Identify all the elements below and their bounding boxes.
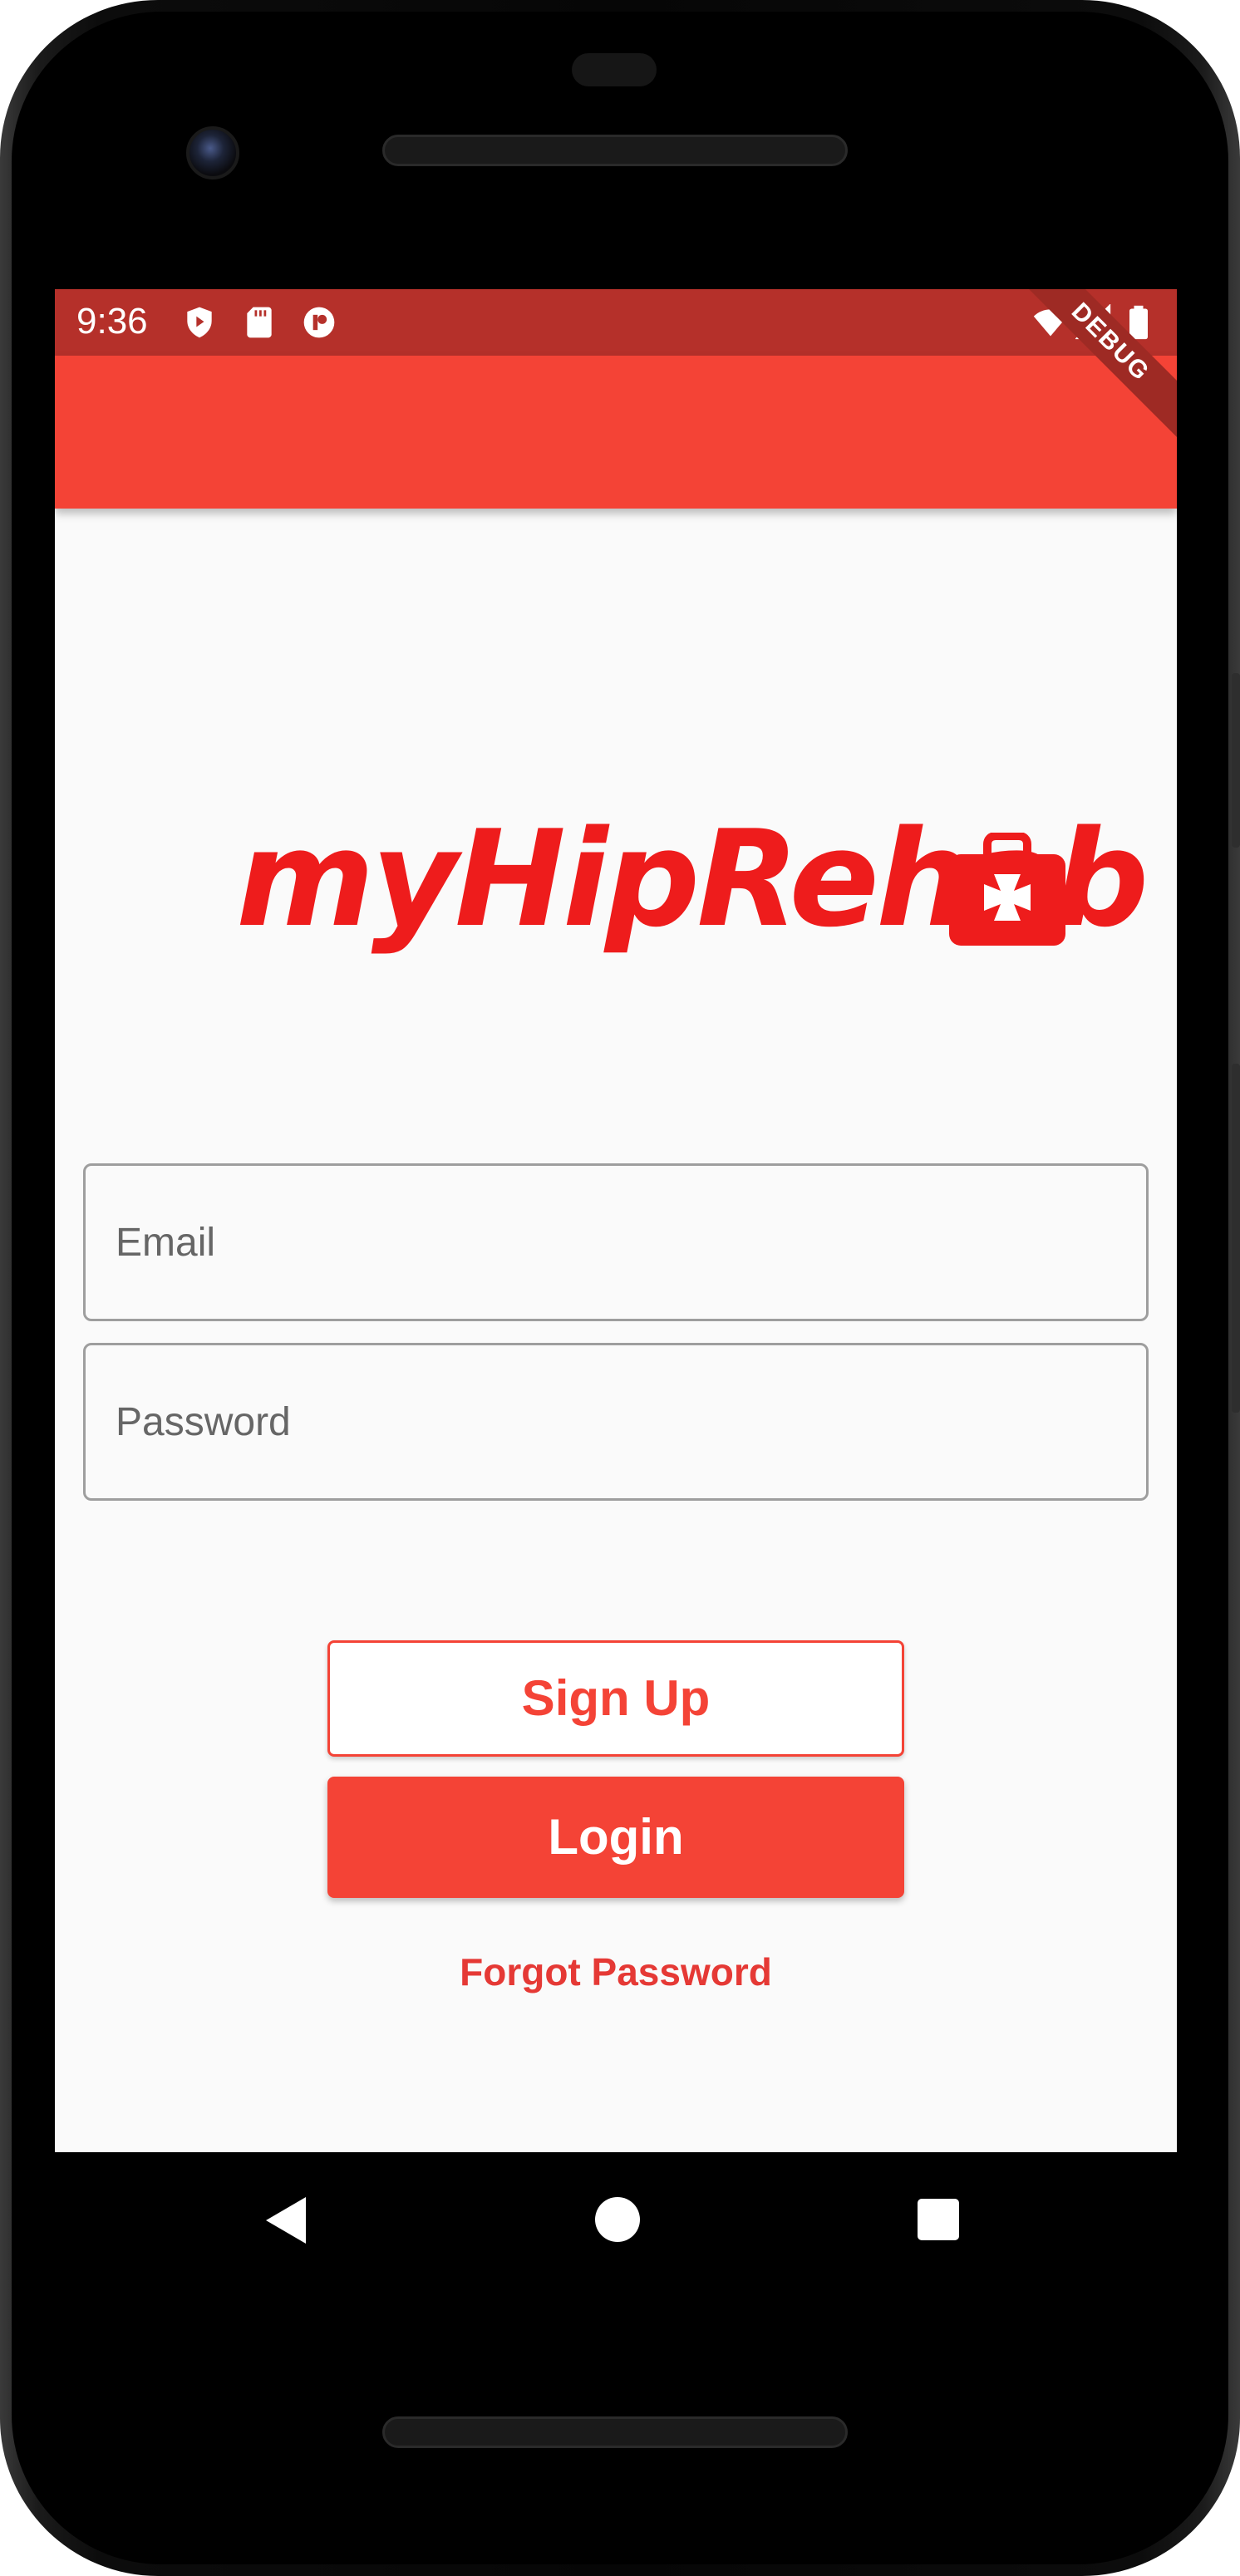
phone-frame: 9:36 DEBUG myHipRehab Email Sign Up Logi…: [0, 0, 1240, 2576]
email-field[interactable]: [83, 1163, 1149, 1321]
app-screen: 9:36 DEBUG myHipRehab Email Sign Up Logi…: [55, 289, 1177, 2152]
circle-app-icon: [303, 307, 335, 338]
back-icon[interactable]: [263, 2194, 309, 2247]
email-input[interactable]: [86, 1166, 1146, 1319]
shield-play-icon: [187, 307, 212, 338]
first-aid-kit-icon: [949, 833, 1065, 946]
home-icon[interactable]: [595, 2197, 640, 2242]
login-button[interactable]: Login: [327, 1777, 904, 1898]
sign-up-button[interactable]: Sign Up: [327, 1640, 904, 1757]
app-logo: myHipRehab: [236, 796, 1149, 987]
power-button: [1232, 673, 1240, 848]
bottom-speaker-grille: [382, 2416, 848, 2448]
password-field[interactable]: [83, 1343, 1149, 1501]
status-time: 9:36: [76, 301, 148, 342]
status-bar: 9:36: [55, 289, 1177, 356]
front-camera-icon: [186, 126, 239, 179]
password-input[interactable]: [86, 1345, 1146, 1498]
recents-icon[interactable]: [918, 2199, 959, 2240]
sd-card-icon: [247, 307, 272, 338]
app-bar: [55, 356, 1177, 509]
top-speaker-grille: [382, 135, 848, 166]
forgot-password-link[interactable]: Forgot Password: [346, 1943, 886, 2001]
volume-button: [1232, 1064, 1240, 1413]
sensor-notch: [572, 53, 657, 86]
